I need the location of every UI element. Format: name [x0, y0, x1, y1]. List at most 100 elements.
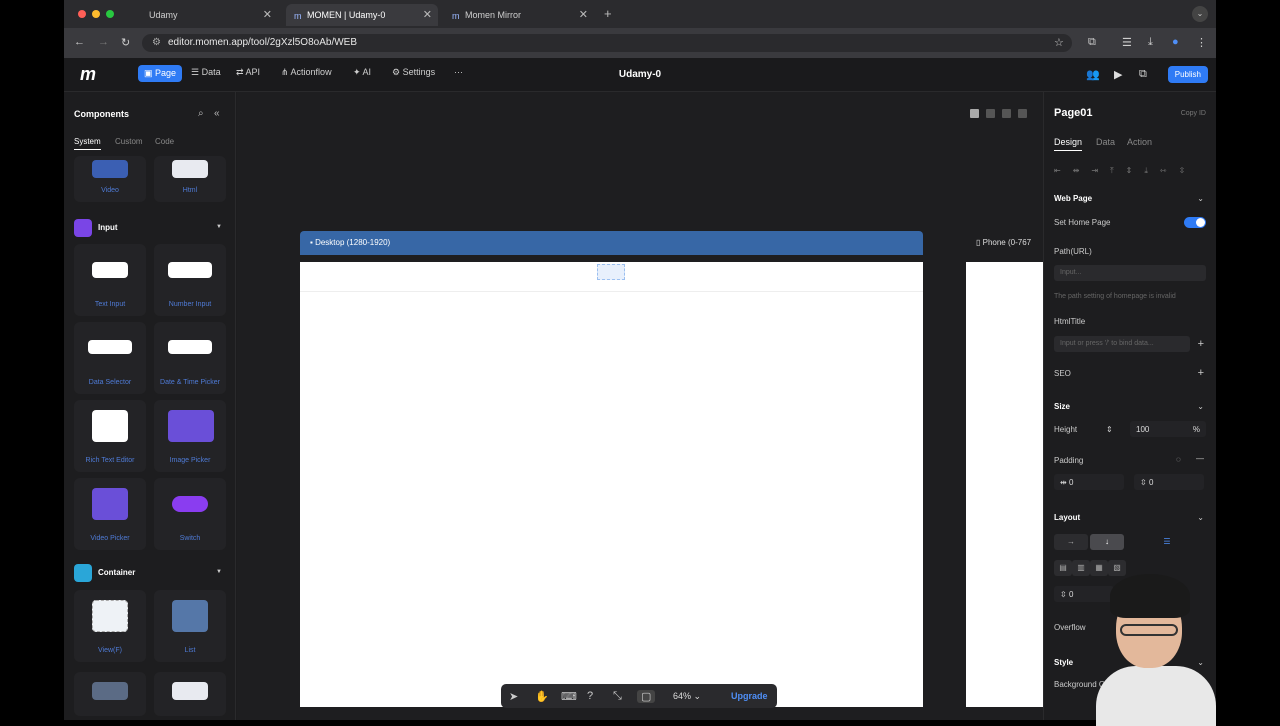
- height-mode-icon[interactable]: ⇕: [1106, 425, 1113, 434]
- browser-tab-momen-editor[interactable]: m MOMEN | Udamy-0 ✕: [286, 4, 438, 26]
- phone-frame[interactable]: [966, 262, 1046, 707]
- component-text-input[interactable]: Text Input: [74, 244, 146, 316]
- editor-top-bar: m ▣ Page ☰ Data ⇄ API ⋔ Actionflow ✦ AI …: [64, 58, 1216, 92]
- path-url-input[interactable]: Input...: [1054, 265, 1206, 281]
- desktop-frame-header[interactable]: ▪ Desktop (1280-1920): [300, 231, 923, 255]
- search-icon[interactable]: ⌕: [198, 108, 204, 119]
- preview-play-icon[interactable]: ▶: [1114, 68, 1122, 81]
- browser-menu-icon[interactable]: ⋮: [1196, 36, 1207, 49]
- chevron-down-icon[interactable]: ⌄: [1192, 6, 1208, 22]
- design-canvas[interactable]: ▪ Desktop (1280-1920) ▯ Phone (0-767 ➤ ✋…: [237, 92, 1046, 720]
- phone-view-icon[interactable]: [1018, 109, 1027, 118]
- tab-design[interactable]: Design: [1054, 137, 1083, 151]
- chevron-down-icon[interactable]: ⌄: [1197, 402, 1204, 411]
- caret-down-icon[interactable]: ▼: [216, 569, 222, 575]
- component-switch[interactable]: Switch: [154, 478, 226, 550]
- copy-id-button[interactable]: Copy ID: [1181, 110, 1206, 117]
- height-label: Height: [1054, 425, 1078, 434]
- height-input[interactable]: 100 %: [1130, 421, 1206, 437]
- wrap-option-1[interactable]: ▤: [1054, 560, 1072, 576]
- forward-icon[interactable]: →: [98, 36, 109, 48]
- tab-action[interactable]: Action: [1127, 137, 1152, 147]
- component-video[interactable]: Video: [74, 156, 146, 202]
- component-number-input[interactable]: Number Input: [154, 244, 226, 316]
- new-tab-icon[interactable]: +: [604, 6, 612, 21]
- set-home-page-toggle[interactable]: [1184, 217, 1206, 228]
- padding-vertical-input[interactable]: ⇳ 0: [1134, 474, 1204, 490]
- profile-icon[interactable]: ●: [1172, 36, 1179, 48]
- alignment-toolbar[interactable]: ⇤⇹⇥⤒⇕⤓⇿⇳: [1054, 166, 1204, 176]
- tab-code[interactable]: Code: [155, 137, 174, 146]
- keyboard-icon[interactable]: ⌨: [561, 690, 577, 703]
- component-date-time-picker[interactable]: Date & Time Picker: [154, 322, 226, 394]
- desktop-view-icon[interactable]: [986, 109, 995, 118]
- component-view[interactable]: View(F): [74, 590, 146, 662]
- browser-tab-momen-mirror[interactable]: m Momen Mirror ✕: [444, 4, 594, 26]
- chevron-down-icon[interactable]: ⌄: [1197, 513, 1204, 522]
- component-label: Date & Time Picker: [160, 379, 220, 386]
- back-icon[interactable]: ←: [74, 36, 85, 48]
- extensions-icon[interactable]: ⧉: [1088, 36, 1096, 49]
- switch-icon: [172, 496, 208, 512]
- component-html[interactable]: Html: [154, 156, 226, 202]
- caret-down-icon[interactable]: ▼: [216, 224, 222, 230]
- layout-icon: [92, 682, 128, 700]
- selected-element-placeholder[interactable]: [597, 264, 625, 280]
- component-list[interactable]: List: [154, 590, 226, 662]
- tab-system[interactable]: System: [74, 137, 101, 150]
- component-video-picker[interactable]: Video Picker: [74, 478, 146, 550]
- component-label: Number Input: [168, 301, 212, 308]
- component-more-2[interactable]: [154, 672, 226, 716]
- bookmark-star-icon[interactable]: ☆: [1054, 36, 1064, 49]
- direction-column-button[interactable]: ↓: [1090, 534, 1124, 550]
- padding-horizontal-input[interactable]: ⇹ 0: [1054, 474, 1124, 490]
- phone-frame-header[interactable]: ▯ Phone (0-767: [966, 231, 1046, 255]
- browser-tab-bar: Udamy ✕ m MOMEN | Udamy-0 ✕ m Momen Mirror…: [64, 0, 1216, 28]
- pointer-icon[interactable]: ➤: [509, 690, 518, 703]
- mirror-device-icon[interactable]: ⧉: [1139, 68, 1147, 81]
- address-bar[interactable]: ⚙ editor.momen.app/tool/2gXzl5O8oAb/WEB: [142, 34, 1072, 52]
- padding-link-icon[interactable]: ◌: [1176, 455, 1181, 464]
- direction-row-button[interactable]: →: [1054, 534, 1088, 550]
- hand-icon[interactable]: ✋: [535, 690, 549, 703]
- html-title-input[interactable]: Input or press '/' to bind data...: [1054, 336, 1190, 352]
- desktop-frame[interactable]: [300, 262, 923, 707]
- collapse-panel-icon[interactable]: «: [214, 108, 220, 119]
- close-tab-icon[interactable]: ✕: [263, 8, 272, 21]
- minimize-window-icon[interactable]: [92, 10, 100, 18]
- component-image-picker[interactable]: Image Picker: [154, 400, 226, 472]
- help-icon[interactable]: ?: [587, 690, 593, 702]
- component-data-selector[interactable]: Data Selector: [74, 322, 146, 394]
- close-tab-icon[interactable]: ✕: [423, 8, 432, 21]
- close-tab-icon[interactable]: ✕: [579, 8, 588, 21]
- browser-tab-udamy[interactable]: Udamy ✕: [128, 4, 278, 26]
- tab-data[interactable]: Data: [1096, 137, 1115, 147]
- component-rich-text-editor[interactable]: Rich Text Editor: [74, 400, 146, 472]
- reload-icon[interactable]: ↻: [121, 36, 130, 49]
- component-more-1[interactable]: [74, 672, 146, 716]
- category-container[interactable]: Container: [74, 564, 135, 582]
- grid-view-icon[interactable]: [970, 109, 979, 118]
- align-center-icon[interactable]: ☰: [1158, 534, 1176, 550]
- frame-icon[interactable]: ▢: [637, 690, 656, 703]
- download-icon[interactable]: ⤓: [1148, 36, 1153, 49]
- maximize-window-icon[interactable]: [106, 10, 114, 18]
- category-input[interactable]: Input: [74, 219, 118, 237]
- tab-custom[interactable]: Custom: [115, 137, 143, 146]
- tablet-view-icon[interactable]: [1002, 109, 1011, 118]
- padding-collapse-icon[interactable]: —: [1196, 454, 1204, 463]
- collaborators-icon[interactable]: 👥: [1086, 68, 1100, 81]
- chevron-down-icon[interactable]: ⌄: [1197, 194, 1204, 203]
- wrap-option-2[interactable]: ▥: [1072, 560, 1090, 576]
- add-icon[interactable]: +: [1198, 338, 1204, 350]
- html-title-label: HtmlTitle: [1054, 317, 1086, 326]
- tab-search-icon[interactable]: ☰: [1122, 36, 1132, 49]
- publish-button[interactable]: Publish: [1167, 66, 1208, 83]
- add-seo-icon[interactable]: +: [1198, 367, 1204, 379]
- component-label: Switch: [179, 535, 201, 542]
- zoom-level[interactable]: 64% ⌄: [673, 691, 701, 702]
- fit-screen-icon[interactable]: ⤡: [613, 690, 622, 703]
- upgrade-button[interactable]: Upgrade: [731, 691, 768, 701]
- site-info-icon[interactable]: ⚙: [152, 37, 161, 48]
- close-window-icon[interactable]: [78, 10, 86, 18]
